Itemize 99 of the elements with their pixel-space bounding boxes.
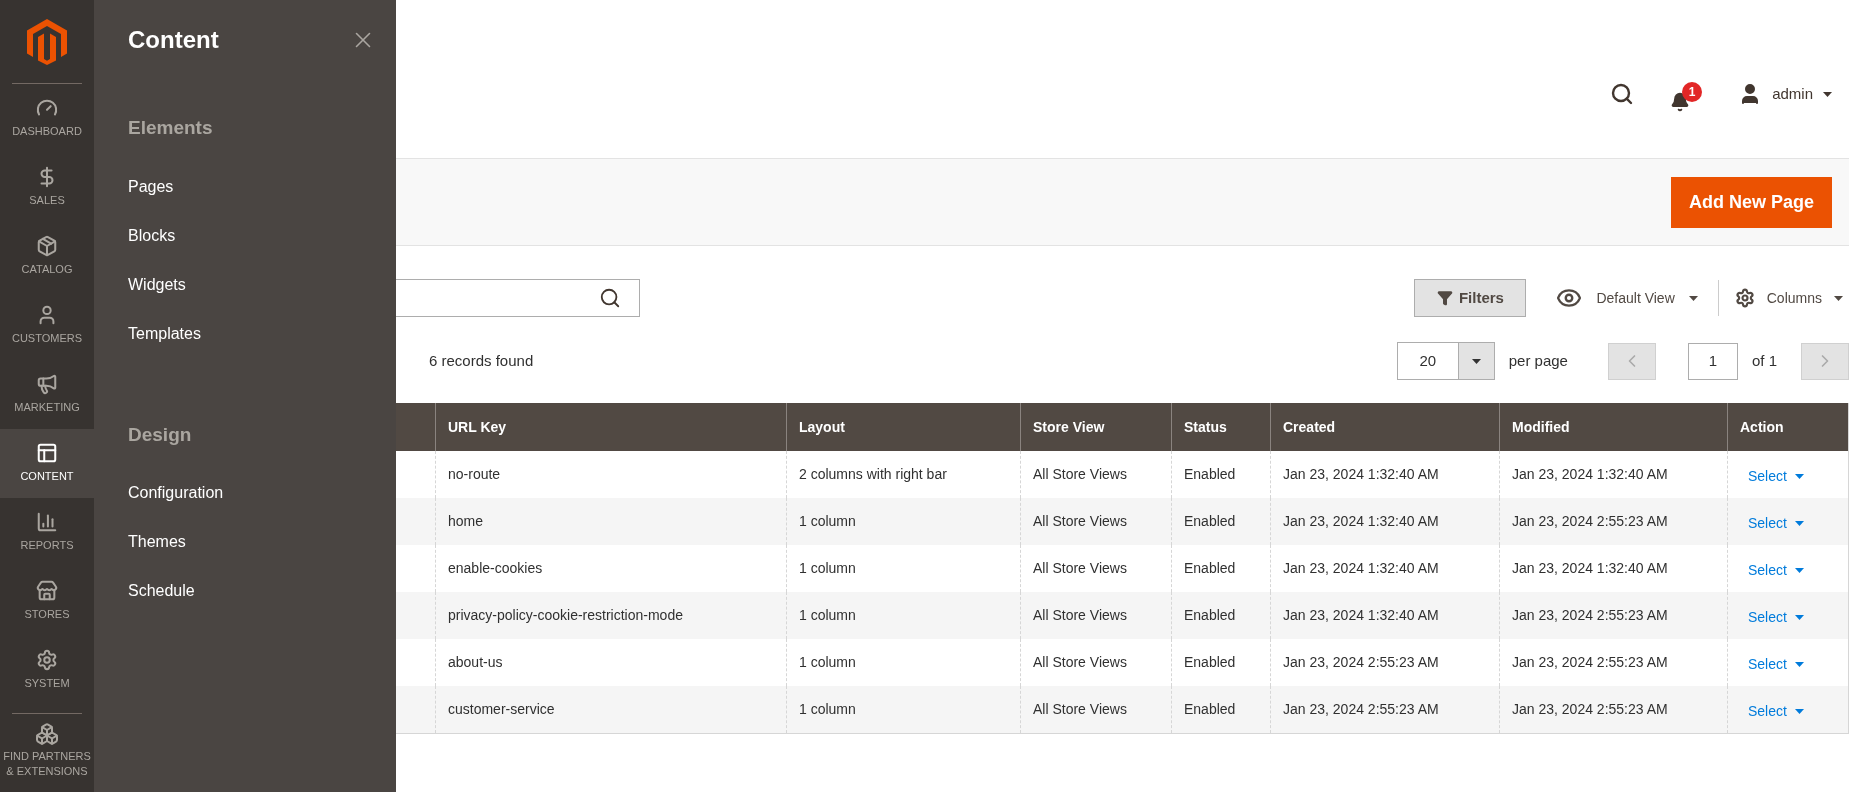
- table-cell-text: Enabled: [1184, 700, 1236, 719]
- select-action-link[interactable]: Select: [1748, 560, 1804, 581]
- caret-icon: [1794, 709, 1804, 714]
- search-icon[interactable]: [1610, 82, 1635, 106]
- menu-link[interactable]: Pages: [128, 174, 362, 224]
- column-header[interactable]: Action: [1728, 403, 1848, 451]
- table-cell-text: 1 column: [799, 512, 856, 531]
- table-cell-text: Jan 23, 2024 2:55:23 AM: [1512, 512, 1668, 531]
- menu-section-heading: Elements: [128, 116, 214, 140]
- per-page-select[interactable]: 20: [1396, 342, 1495, 380]
- caret-icon: [1834, 295, 1843, 301]
- table-cell-text: Jan 23, 2024 2:55:23 AM: [1512, 653, 1668, 672]
- table-cell-text: All Store Views: [1033, 606, 1127, 625]
- add-new-page-button[interactable]: Add New Page: [1670, 176, 1832, 228]
- table-cell-text: Jan 23, 2024 1:32:40 AM: [1283, 559, 1439, 578]
- filter-icon: [1436, 290, 1453, 306]
- table-cell-text: Jan 23, 2024 2:55:23 AM: [1512, 700, 1668, 719]
- table-cell-text: enable-cookies: [448, 559, 543, 578]
- menu-link[interactable]: Configuration: [128, 481, 362, 530]
- table-cell-text: about-us: [448, 653, 503, 672]
- table-cell-text: 1 column: [799, 700, 856, 719]
- gear-icon: [1734, 288, 1755, 308]
- select-action-link[interactable]: Select: [1748, 701, 1804, 722]
- table-cell-text: Jan 23, 2024 2:55:23 AM: [1283, 700, 1439, 719]
- caret-icon: [1794, 662, 1804, 667]
- user-menu[interactable]: admin: [1738, 82, 1832, 106]
- storefront-icon: [36, 580, 58, 603]
- nav-item[interactable]: CATALOG: [0, 222, 94, 291]
- nav-item[interactable]: STORES: [0, 567, 94, 636]
- caret-icon: [1794, 474, 1804, 479]
- caret-icon: [1688, 295, 1698, 301]
- table-cell-text: home: [448, 512, 484, 531]
- menu-link[interactable]: Blocks: [128, 223, 362, 273]
- megaphone-icon: [36, 373, 58, 396]
- nav-item[interactable]: CUSTOMERS: [0, 291, 94, 360]
- settings-icon: [36, 649, 58, 672]
- layout-icon: [36, 442, 58, 465]
- table-cell-text: Enabled: [1184, 512, 1236, 531]
- view-dropdown[interactable]: Default View: [1556, 280, 1719, 316]
- table-cell-text: customer-service: [448, 700, 555, 719]
- table-cell-text: Jan 23, 2024 1:32:40 AM: [1512, 465, 1668, 484]
- menu-link[interactable]: Schedule: [128, 579, 362, 628]
- table-cell-text: 1 column: [799, 653, 856, 672]
- table-cell-text: 1 column: [799, 559, 856, 578]
- table-cell-text: Jan 23, 2024 1:32:40 AM: [1283, 512, 1439, 531]
- notification-count: 1: [1682, 82, 1703, 102]
- table-cell-text: 1 column: [799, 606, 856, 625]
- caret-icon: [1823, 91, 1832, 97]
- table-cell-text: Jan 23, 2024 2:55:23 AM: [1283, 653, 1439, 672]
- table-cell-text: Jan 23, 2024 1:32:40 AM: [1283, 465, 1439, 484]
- search-field[interactable]: [396, 279, 640, 317]
- nav-item[interactable]: SALES: [0, 153, 94, 222]
- notifications-button[interactable]: 1: [1670, 82, 1703, 112]
- select-action-link[interactable]: Select: [1748, 654, 1804, 675]
- table-cell-text: Enabled: [1184, 606, 1236, 625]
- filters-button[interactable]: Filters: [1414, 279, 1527, 317]
- caret-icon: [1471, 358, 1481, 364]
- table-cell-text: no-route: [448, 465, 501, 484]
- caret-icon: [1794, 615, 1804, 620]
- records-count: 6 records found: [429, 350, 534, 371]
- menu-title: Content: [128, 25, 219, 55]
- caret-icon: [1794, 568, 1804, 573]
- nav-item[interactable]: DASHBOARD: [0, 84, 94, 153]
- logo-icon: [27, 18, 67, 65]
- menu-link[interactable]: Widgets: [128, 272, 362, 322]
- blocks-icon: [35, 722, 59, 746]
- bar-chart-icon: [36, 511, 58, 534]
- page-total: of 1: [1751, 350, 1777, 371]
- table-cell-text: privacy-policy-cookie-restriction-mode: [448, 606, 683, 625]
- nav-item[interactable]: MARKETING: [0, 360, 94, 429]
- table-cell-text: Jan 23, 2024 2:55:23 AM: [1512, 606, 1668, 625]
- nav-item[interactable]: REPORTS: [0, 498, 94, 567]
- table-cell-text: All Store Views: [1033, 653, 1127, 672]
- table-cell-text: All Store Views: [1033, 700, 1127, 719]
- table-cell-text: Enabled: [1184, 559, 1236, 578]
- nav-item[interactable]: FIND PARTNERS & EXTENSIONS: [0, 714, 94, 779]
- menu-section-heading: Design: [128, 422, 193, 447]
- menu-link[interactable]: Themes: [128, 530, 362, 579]
- table-cell-text: Jan 23, 2024 1:32:40 AM: [1512, 559, 1668, 578]
- table-cell-text: All Store Views: [1033, 559, 1127, 578]
- page-number-field[interactable]: 1: [1687, 342, 1738, 380]
- box-icon: [36, 235, 58, 258]
- table-cell-text: All Store Views: [1033, 465, 1127, 484]
- table-cell-text: Jan 23, 2024 1:32:40 AM: [1283, 606, 1439, 625]
- bell-icon: [1670, 92, 1691, 112]
- menu-link[interactable]: Templates: [128, 321, 362, 371]
- select-action-link[interactable]: Select: [1748, 513, 1804, 534]
- table-cell-text: Enabled: [1184, 465, 1236, 484]
- caret-icon: [1794, 521, 1804, 526]
- table-cell-text: Enabled: [1184, 653, 1236, 672]
- per-page-label: per page: [1508, 350, 1568, 371]
- nav-item[interactable]: CONTENT: [0, 429, 94, 498]
- search-icon[interactable]: [599, 287, 621, 309]
- table-cell-text: 2 columns with right bar: [799, 465, 947, 484]
- nav-item[interactable]: SYSTEM: [0, 636, 94, 705]
- table-cell-text: All Store Views: [1033, 512, 1127, 531]
- select-action-link[interactable]: Select: [1748, 466, 1804, 487]
- columns-dropdown[interactable]: Columns: [1734, 287, 1849, 309]
- select-action-link[interactable]: Select: [1748, 607, 1804, 628]
